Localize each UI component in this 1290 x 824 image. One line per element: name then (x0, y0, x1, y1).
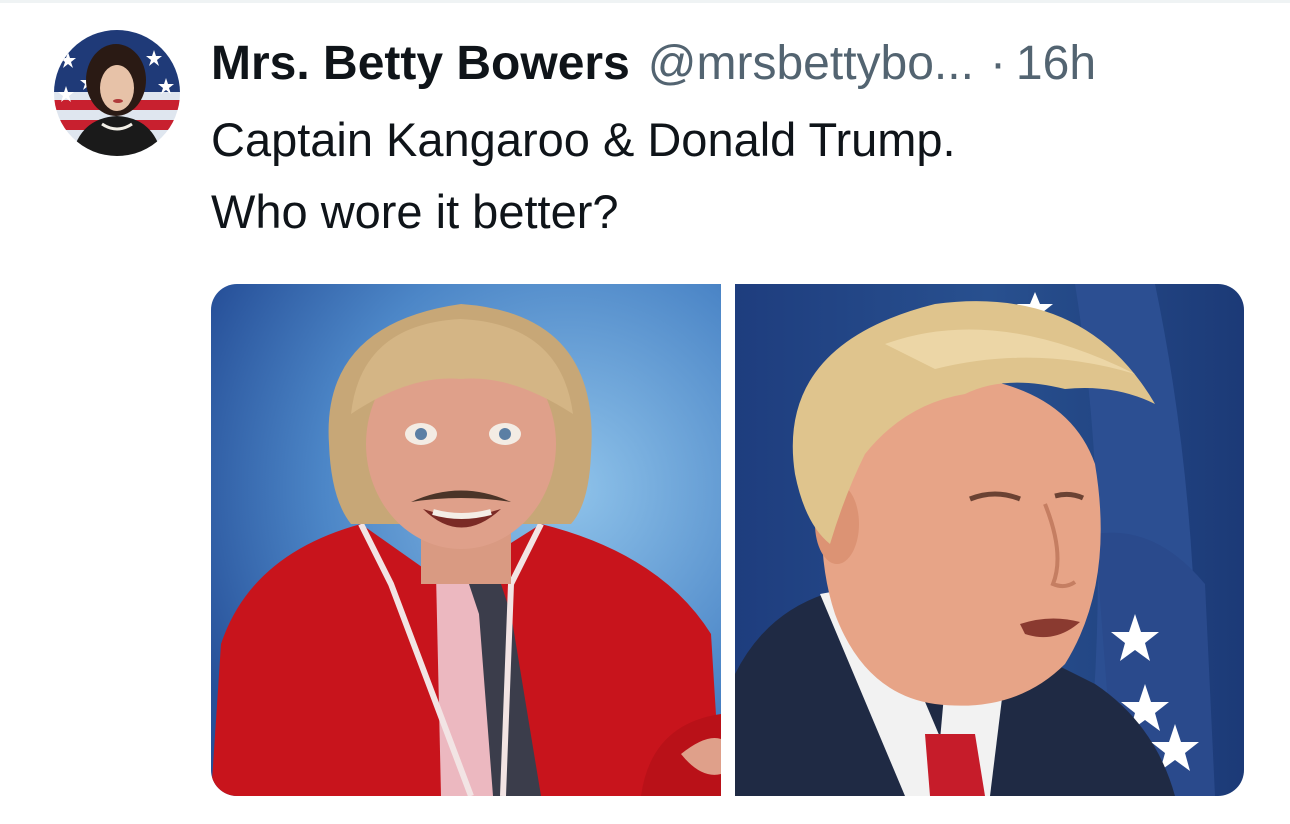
separator-dot: · (989, 37, 1006, 90)
tweet-text-line: Who wore it better? (211, 185, 619, 238)
tweet-text: Captain Kangaroo & Donald Trump. Who wor… (211, 104, 1251, 248)
profile-avatar-icon[interactable] (54, 30, 180, 156)
user-handle[interactable]: @mrsbettybo... (648, 34, 974, 94)
tweet[interactable]: Mrs. Betty Bowers @mrsbettybo... · 16h C… (0, 0, 1290, 824)
display-name[interactable]: Mrs. Betty Bowers (211, 34, 630, 94)
photo-donald-trump[interactable] (735, 284, 1244, 796)
photo-captain-kangaroo[interactable] (211, 284, 721, 796)
media-grid (211, 284, 1244, 796)
tweet-header: Mrs. Betty Bowers @mrsbettybo... · 16h (211, 34, 1096, 94)
tweet-text-line: Captain Kangaroo & Donald Trump. (211, 113, 956, 166)
timestamp[interactable]: 16h (1016, 34, 1096, 94)
